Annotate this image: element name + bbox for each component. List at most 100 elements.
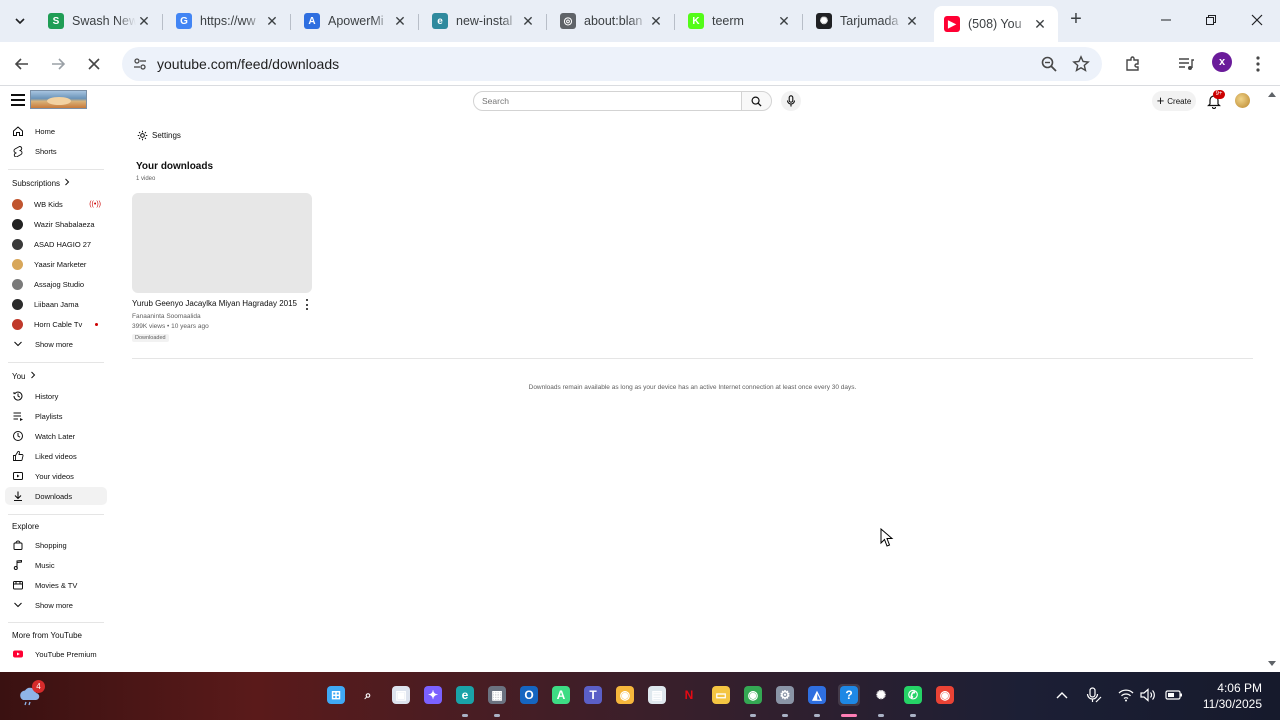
task-view-icon[interactable]: ▣	[390, 684, 412, 706]
sidebar-item-watch-later[interactable]: Watch Later	[5, 427, 107, 445]
channel-avatar	[12, 198, 23, 210]
downloads-settings-button[interactable]: Settings	[137, 130, 181, 141]
forward-button[interactable]	[46, 52, 70, 76]
browser-tab[interactable]: Ghttps://ww ✕	[166, 6, 291, 36]
sidebar-item-movies-tv[interactable]: Movies & TV	[5, 576, 107, 594]
profile-avatar-button[interactable]: x	[1212, 52, 1232, 72]
close-tab-icon[interactable]: ✕	[392, 13, 408, 29]
sidebar-item-home[interactable]: Home	[5, 122, 107, 140]
clock-date[interactable]: 11/30/2025	[1195, 697, 1262, 711]
sidebar-item-downloads[interactable]: Downloads	[5, 487, 107, 505]
netflix-icon[interactable]: N	[678, 684, 700, 706]
sidebar-item-youtube-premium[interactable]: YouTube Premium	[5, 645, 107, 663]
close-window-button[interactable]	[1247, 10, 1267, 30]
back-button[interactable]	[10, 52, 34, 76]
browser-tab[interactable]: ◎ about:blan ✕	[550, 6, 675, 36]
menu-icon[interactable]	[11, 94, 25, 106]
close-tab-icon[interactable]: ✕	[1032, 16, 1048, 32]
create-button[interactable]: + Create	[1152, 91, 1196, 111]
battery-icon[interactable]	[1165, 686, 1183, 704]
subscription-channel[interactable]: Horn Cable Tv	[5, 315, 107, 333]
new-tab-button[interactable]: +	[1066, 9, 1086, 30]
account-avatar[interactable]	[1235, 93, 1250, 108]
video-channel-name[interactable]: Fanaaninta Soomaalida	[132, 313, 201, 320]
browser-menu-button[interactable]	[1246, 52, 1270, 76]
more-vertical-icon[interactable]	[303, 299, 311, 310]
video-meta: 399K views • 10 years ago	[132, 323, 209, 330]
search-button[interactable]	[741, 91, 772, 111]
browser-tab[interactable]: ✺ Tarjumada ✕	[806, 6, 930, 36]
sidebar-item-playlists[interactable]: Playlists	[5, 407, 107, 425]
chevron-up-icon[interactable]	[1053, 686, 1071, 704]
browser-tab[interactable]: A ApowerMi ✕	[294, 6, 419, 36]
subscription-channel[interactable]: Wazir Shabalaeza	[5, 215, 107, 233]
zoom-icon[interactable]	[1040, 55, 1058, 73]
edge-icon[interactable]: e	[454, 684, 476, 706]
youtube-logo[interactable]	[30, 90, 87, 109]
calculator-icon[interactable]: ▦	[486, 684, 508, 706]
close-tab-icon[interactable]: ✕	[264, 13, 280, 29]
subscription-channel[interactable]: ASAD HAGIO 27	[5, 235, 107, 253]
help-icon[interactable]: ?	[838, 684, 860, 706]
close-tab-icon[interactable]: ✕	[136, 13, 152, 29]
you-heading[interactable]: You	[12, 371, 36, 381]
microphone-in-use-icon[interactable]	[1084, 686, 1102, 704]
close-tab-icon[interactable]: ✕	[904, 13, 920, 29]
browser-tab[interactable]: ▶ (508) You ✕	[934, 6, 1058, 42]
scroll-down-arrow-icon[interactable]	[1267, 660, 1277, 668]
sidebar-item-history[interactable]: History	[5, 387, 107, 405]
sidebar-item-music[interactable]: Music	[5, 556, 107, 574]
subscriptions-heading[interactable]: Subscriptions	[12, 178, 70, 188]
stop-loading-button[interactable]	[82, 52, 106, 76]
close-tab-icon[interactable]: ✕	[520, 13, 536, 29]
close-tab-icon[interactable]: ✕	[776, 13, 792, 29]
subscription-channel[interactable]: WB Kids ((•))	[5, 195, 107, 213]
address-bar[interactable]: youtube.com/feed/downloads	[122, 47, 1102, 81]
wifi-icon[interactable]	[1117, 686, 1135, 704]
site-info-icon[interactable]	[132, 56, 148, 72]
restore-button[interactable]	[1201, 10, 1221, 30]
media-controls-button[interactable]	[1174, 52, 1198, 76]
tab-search-button[interactable]	[8, 9, 32, 33]
subscription-channel[interactable]: Assajog Studio	[5, 275, 107, 293]
copilot-icon[interactable]: ✦	[422, 684, 444, 706]
explore-show-more[interactable]: Show more	[5, 596, 107, 614]
outlook-icon[interactable]: O	[518, 684, 540, 706]
sidebar-item-liked-videos[interactable]: Liked videos	[5, 447, 107, 465]
volume-icon[interactable]	[1139, 686, 1157, 704]
settings-icon[interactable]: ⚙	[774, 684, 796, 706]
chrome-icon[interactable]: ◉	[742, 684, 764, 706]
search-icon[interactable]: ⌕	[357, 684, 379, 706]
extensions-button[interactable]	[1121, 52, 1145, 76]
windows-start-icon[interactable]: ⊞	[325, 684, 347, 706]
file-explorer-icon[interactable]: ▭	[710, 684, 732, 706]
video-title[interactable]: Yurub Geenyo Jacaylka Miyan Hagraday 201…	[132, 299, 297, 308]
voice-search-button[interactable]	[781, 91, 801, 111]
apowermirror-icon[interactable]: ◭	[806, 684, 828, 706]
chrome-alt-icon[interactable]: ◉	[934, 684, 956, 706]
search-input[interactable]: Search	[473, 91, 742, 111]
subscriptions-show-more[interactable]: Show more	[5, 335, 107, 353]
notepad-icon[interactable]: ▤	[646, 684, 668, 706]
browser-tab[interactable]: e new-instal ✕	[422, 6, 547, 36]
minimize-button[interactable]	[1156, 10, 1176, 30]
teams-icon[interactable]: T	[582, 684, 604, 706]
subscription-channel[interactable]: Liibaan Jama	[5, 295, 107, 313]
subscription-channel[interactable]: Yaasir Marketer	[5, 255, 107, 273]
android-studio-icon[interactable]: A	[550, 684, 572, 706]
sidebar-item-shopping[interactable]: Shopping	[5, 536, 107, 554]
chatgpt-icon[interactable]: ✺	[870, 684, 892, 706]
browser-tab[interactable]: Kteerm ✕	[678, 6, 803, 36]
sidebar-item-label: Liibaan Jama	[34, 299, 79, 309]
url-text[interactable]: youtube.com/feed/downloads	[157, 56, 339, 72]
video-thumbnail[interactable]	[132, 193, 312, 293]
clock-time[interactable]: 4:06 PM	[1212, 681, 1262, 695]
whatsapp-icon[interactable]: ✆	[902, 684, 924, 706]
sidebar-item-shorts[interactable]: Shorts	[5, 142, 107, 160]
close-tab-icon[interactable]: ✕	[648, 13, 664, 29]
scroll-up-arrow-icon[interactable]	[1267, 90, 1277, 98]
chrome-canary-icon[interactable]: ◉	[614, 684, 636, 706]
browser-tab[interactable]: S Swash New ✕	[38, 6, 163, 36]
sidebar-item-your-videos[interactable]: Your videos	[5, 467, 107, 485]
bookmark-star-icon[interactable]	[1072, 55, 1090, 73]
